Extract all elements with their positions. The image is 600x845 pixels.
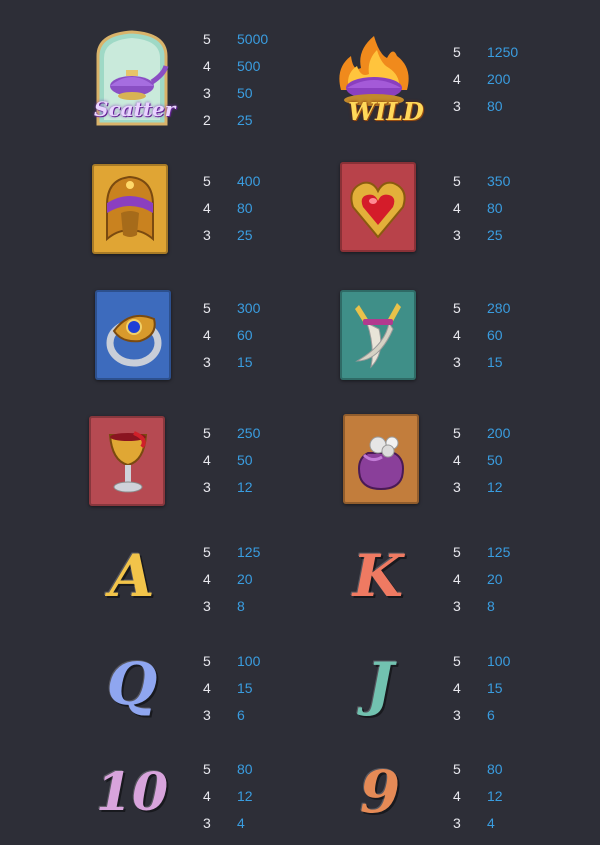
number-10: 10 <box>95 761 169 823</box>
paytable-j: 5 100 4 15 36 <box>453 648 563 729</box>
letter-a-symbol: A <box>92 538 172 614</box>
pay-row: 3 25 <box>453 227 503 243</box>
pay-row: 3 25 <box>203 227 253 243</box>
scatter-lamp-icon: Scatter <box>90 27 176 129</box>
pay-row: 5 80 <box>453 761 503 777</box>
pay-row: 4 80 <box>453 200 503 216</box>
letter-k-symbol: K <box>338 538 418 614</box>
letter-q: Q <box>106 650 158 718</box>
pay-row: 4 15 <box>453 680 503 696</box>
goblet-icon <box>89 416 165 506</box>
pay-row: 5 200 <box>453 425 511 441</box>
paytable-goblet: 5 250 4 50 3 12 <box>203 420 313 501</box>
pay-row: 3 15 <box>453 354 503 370</box>
pay-row: 38 <box>453 598 495 614</box>
pay-row: 4 60 <box>453 327 503 343</box>
pay-row: 4 200 <box>453 71 511 87</box>
pay-row: 4 60 <box>203 327 253 343</box>
pouch-icon <box>343 414 419 504</box>
pay-row: 4 12 <box>453 788 503 804</box>
pay-row: 4 20 <box>203 571 253 587</box>
pay-row: 5 100 <box>453 653 511 669</box>
heart-gem-icon <box>340 162 416 252</box>
letter-k: K <box>352 542 404 610</box>
paytable-scatter: 5 5000 4 500 3 50 2 25 <box>203 26 313 134</box>
pay-row: 3 12 <box>203 479 253 495</box>
paytable-k: 5 125 4 20 38 <box>453 539 563 620</box>
pay-row: 5 125 <box>453 544 511 560</box>
paytable-heart-gem: 5 350 4 80 3 25 <box>453 168 563 249</box>
pay-row: 5 400 <box>203 173 261 189</box>
paytable-pouch: 5 200 4 50 3 12 <box>453 420 563 501</box>
pay-row: 3 12 <box>453 479 503 495</box>
paytable-a: 5 125 4 20 38 <box>203 539 313 620</box>
pay-row: 3 80 <box>453 98 503 114</box>
pay-row: 5 100 <box>203 653 261 669</box>
pay-row: 34 <box>453 815 495 831</box>
paytable-wild: 5 1250 4 200 3 80 <box>453 39 563 120</box>
number-9-symbol: 9 <box>340 754 420 830</box>
paytable-daggers: 5 280 4 60 3 15 <box>453 295 563 376</box>
pay-row: 4 80 <box>203 200 253 216</box>
letter-j: J <box>366 650 394 718</box>
paytable-ring: 5 300 4 60 3 15 <box>203 295 313 376</box>
number-10-symbol: 10 <box>90 754 174 830</box>
pay-row: 4 500 <box>203 58 261 74</box>
pay-row: 5 250 <box>203 425 261 441</box>
pay-row: 5 125 <box>203 544 261 560</box>
pay-row: 5 80 <box>203 761 253 777</box>
pay-row: 5 280 <box>453 300 511 316</box>
pay-row: 5 5000 <box>203 31 269 47</box>
pay-row: 36 <box>453 707 495 723</box>
pay-row: 4 15 <box>203 680 253 696</box>
paytable-helmet: 5 400 4 80 3 25 <box>203 168 313 249</box>
letter-q-symbol: Q <box>92 646 172 722</box>
pay-row: 2 25 <box>203 112 253 128</box>
daggers-icon <box>340 290 416 380</box>
pay-row: 4 12 <box>203 788 253 804</box>
ring-icon <box>95 290 171 380</box>
scatter-label: Scatter <box>94 97 176 121</box>
pay-row: 34 <box>203 815 245 831</box>
paytable-9: 5 80 4 12 34 <box>453 756 563 837</box>
letter-a: A <box>109 542 155 610</box>
letter-j-symbol: J <box>340 646 420 722</box>
pay-row: 4 50 <box>203 452 253 468</box>
pay-row: 3 50 <box>203 85 253 101</box>
number-9: 9 <box>359 758 401 826</box>
paytable-10: 5 80 4 12 34 <box>203 756 313 837</box>
pay-row: 5 300 <box>203 300 261 316</box>
wild-label: WILD <box>348 97 424 126</box>
pay-row: 4 50 <box>453 452 503 468</box>
paytable-q: 5 100 4 15 36 <box>203 648 313 729</box>
wild-lamp-icon: WILD <box>330 27 424 129</box>
pay-row: 38 <box>203 598 245 614</box>
pay-row: 4 20 <box>453 571 503 587</box>
pay-row: 5 1250 <box>453 44 519 60</box>
pay-row: 3 15 <box>203 354 253 370</box>
pay-row: 36 <box>203 707 245 723</box>
helmet-icon <box>92 164 168 254</box>
pay-row: 5 350 <box>453 173 511 189</box>
